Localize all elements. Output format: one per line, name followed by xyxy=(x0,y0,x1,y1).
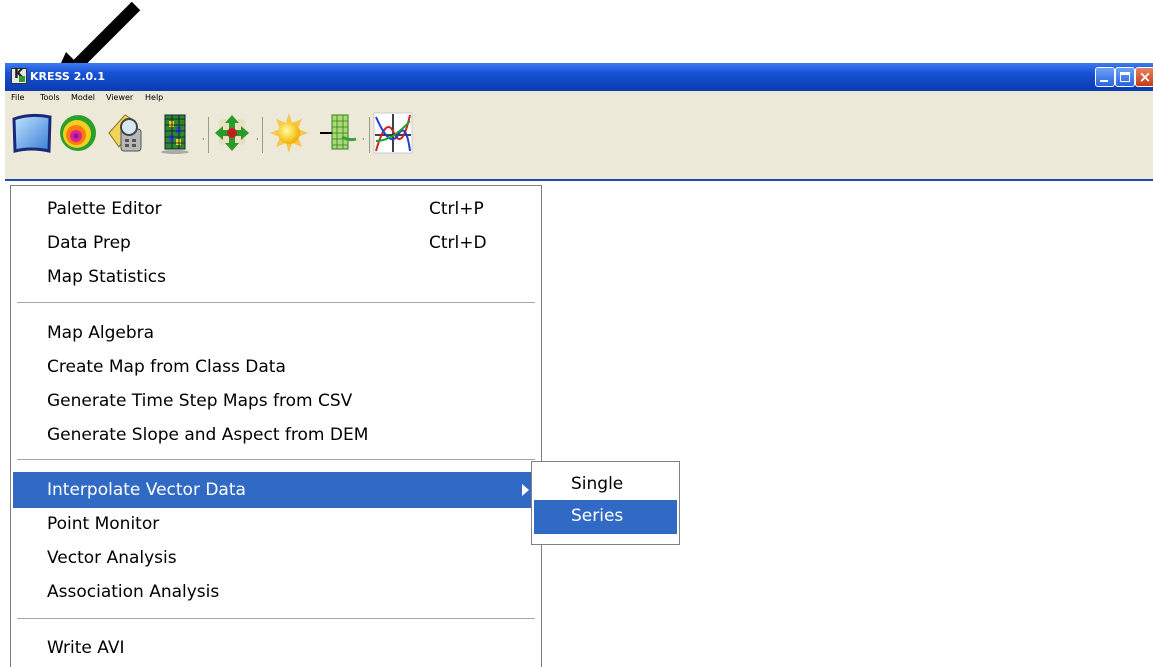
dropdown-arrow-icon[interactable]: · xyxy=(256,135,259,144)
menu-item-label: Map Statistics xyxy=(47,267,166,287)
menu-separator xyxy=(17,459,535,460)
menu-item-write-avi[interactable]: Write AVI xyxy=(13,630,539,666)
interpolate-submenu: Single Series xyxy=(531,461,680,545)
submenu-item-single[interactable]: Single xyxy=(534,468,677,502)
maximize-button[interactable] xyxy=(1115,67,1135,87)
menu-item-create-map-from-class-data[interactable]: Create Map from Class Data xyxy=(13,349,539,385)
menu-item-label: Generate Time Step Maps from CSV xyxy=(47,391,353,411)
menu-item-label: Association Analysis xyxy=(47,582,220,602)
dropdown-arrow-icon[interactable]: · xyxy=(202,135,205,144)
menu-bar: File Tools Model Viewer Help xyxy=(5,91,1153,105)
dropdown-arrow-icon[interactable]: · xyxy=(362,135,365,144)
tools-menu: Palette Editor Ctrl+P Data Prep Ctrl+D M… xyxy=(10,185,542,667)
menu-item-data-prep[interactable]: Data Prep Ctrl+D xyxy=(13,225,539,261)
spiral-map-icon[interactable] xyxy=(57,111,99,155)
menu-item-generate-time-step-maps[interactable]: Generate Time Step Maps from CSV xyxy=(13,383,539,419)
menu-item-shortcut: Ctrl+P xyxy=(429,199,484,219)
menu-help[interactable]: Help xyxy=(145,93,163,102)
submenu-item-series[interactable]: Series xyxy=(534,500,677,534)
menu-item-label: Generate Slope and Aspect from DEM xyxy=(47,425,369,445)
submenu-item-label: Series xyxy=(571,506,624,526)
menu-item-generate-slope-aspect[interactable]: Generate Slope and Aspect from DEM xyxy=(13,417,539,453)
menu-separator xyxy=(17,302,535,303)
menu-model[interactable]: Model xyxy=(71,93,95,102)
sun-icon[interactable] xyxy=(268,111,310,155)
menu-item-label: Map Algebra xyxy=(47,323,155,343)
submenu-arrow-icon xyxy=(522,484,529,496)
menu-item-association-analysis[interactable]: Association Analysis xyxy=(13,574,539,610)
menu-file[interactable]: File xyxy=(11,93,24,102)
grid-map-icon[interactable] xyxy=(155,111,197,155)
toolbar: · · · xyxy=(5,105,1153,181)
submenu-item-label: Single xyxy=(571,474,624,494)
menu-item-label: Palette Editor xyxy=(47,199,162,219)
toolbar-separator xyxy=(208,117,209,153)
menu-item-point-monitor[interactable]: Point Monitor xyxy=(13,506,539,542)
menu-separator xyxy=(17,618,535,619)
grid-arrow-icon[interactable] xyxy=(318,111,360,155)
kress-app-icon: K xyxy=(11,67,27,84)
recycle-arrows-icon[interactable] xyxy=(211,111,253,155)
toolbar-separator xyxy=(262,117,263,153)
menu-item-label: Create Map from Class Data xyxy=(47,357,286,377)
menu-item-interpolate-vector-data[interactable]: Interpolate Vector Data xyxy=(13,472,539,508)
menu-item-palette-editor[interactable]: Palette Editor Ctrl+P xyxy=(13,191,539,227)
blank-map-icon[interactable] xyxy=(11,111,53,155)
minimize-button[interactable] xyxy=(1095,67,1115,87)
menu-item-map-algebra[interactable]: Map Algebra xyxy=(13,315,539,351)
menu-item-shortcut: Ctrl+D xyxy=(429,233,487,253)
menu-item-label: Point Monitor xyxy=(47,514,160,534)
menu-item-map-statistics[interactable]: Map Statistics xyxy=(13,259,539,295)
menu-item-label: Interpolate Vector Data xyxy=(47,480,246,500)
title-bar[interactable]: K KRESS 2.0.1 × xyxy=(5,63,1153,91)
menu-viewer[interactable]: Viewer xyxy=(106,93,133,102)
close-button[interactable]: × xyxy=(1135,67,1153,87)
window-title: KRESS 2.0.1 xyxy=(30,70,106,83)
menu-item-label: Write AVI xyxy=(47,638,125,658)
menu-tools[interactable]: Tools xyxy=(40,93,60,102)
menu-item-label: Vector Analysis xyxy=(47,548,177,568)
palette-calculator-icon[interactable] xyxy=(105,111,147,155)
curves-graph-icon[interactable] xyxy=(372,111,414,155)
toolbar-separator xyxy=(369,117,370,153)
menu-item-vector-analysis[interactable]: Vector Analysis xyxy=(13,540,539,576)
menu-item-label: Data Prep xyxy=(47,233,131,253)
